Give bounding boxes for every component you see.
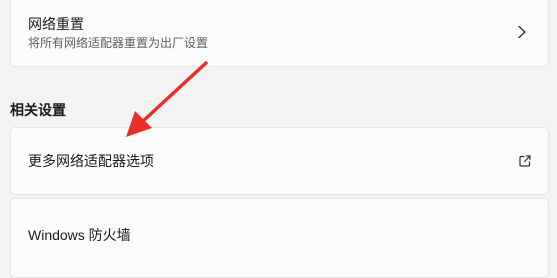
chevron-right-icon bbox=[518, 25, 526, 39]
network-reset-title: 网络重置 bbox=[28, 16, 84, 32]
network-reset-subtitle: 将所有网络适配器重置为出厂设置 bbox=[28, 36, 209, 50]
related-settings-heading: 相关设置 bbox=[10, 102, 66, 118]
network-reset-card[interactable]: 网络重置 将所有网络适配器重置为出厂设置 bbox=[10, 0, 549, 67]
windows-firewall-label: Windows 防火墙 bbox=[28, 227, 131, 243]
windows-firewall-card[interactable]: Windows 防火墙 bbox=[10, 198, 549, 278]
more-adapter-options-card[interactable]: 更多网络适配器选项 bbox=[10, 127, 549, 195]
more-adapter-options-label: 更多网络适配器选项 bbox=[28, 153, 154, 169]
external-link-icon bbox=[519, 155, 531, 167]
